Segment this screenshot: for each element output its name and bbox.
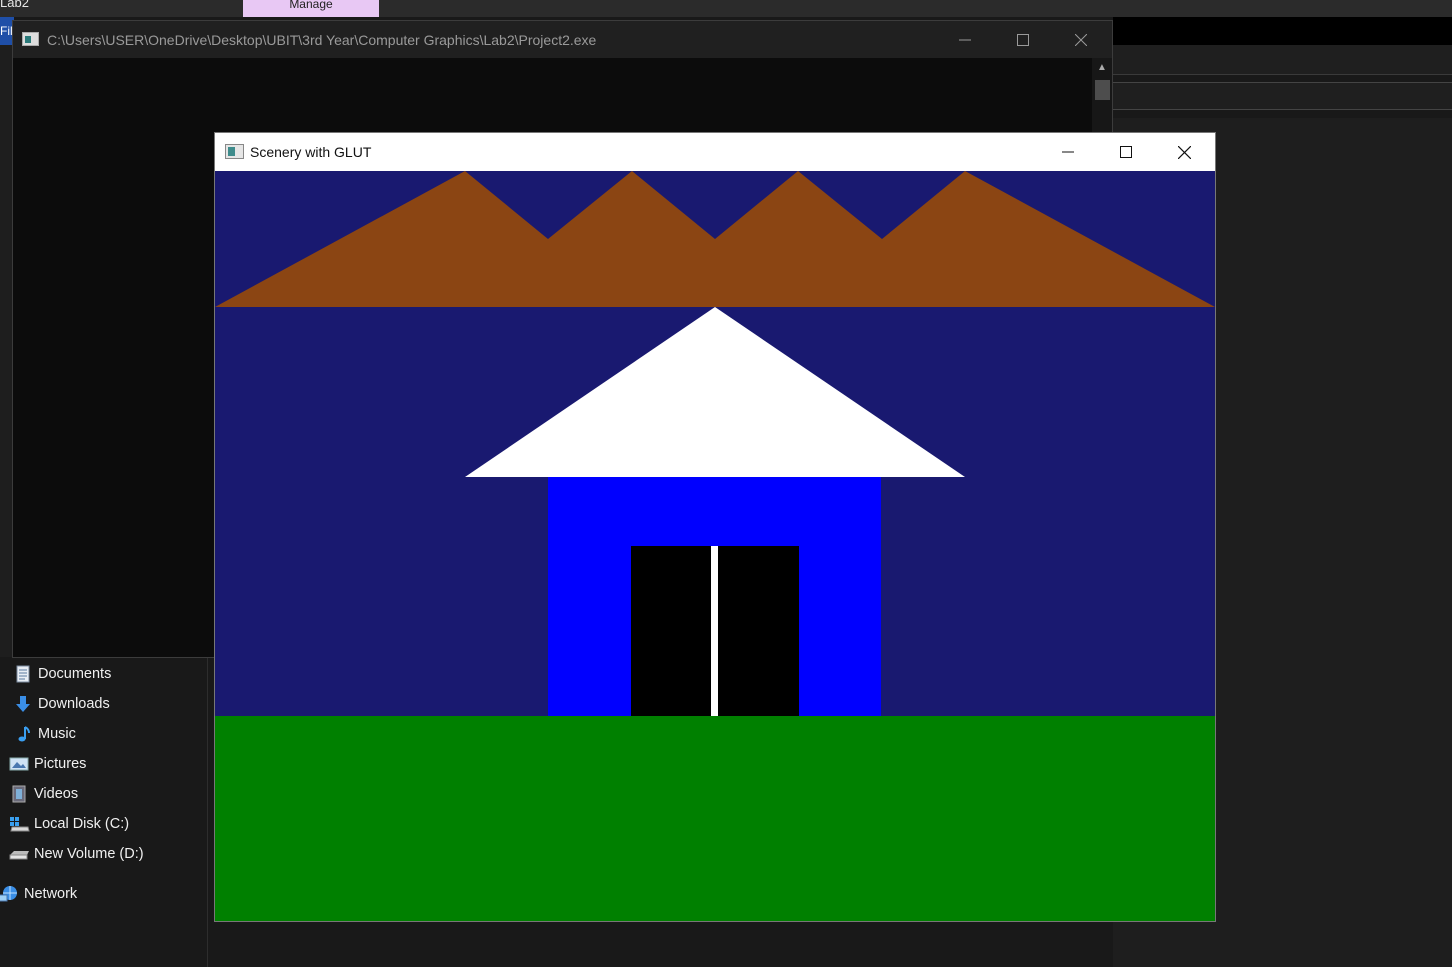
console-close-button[interactable]: [1052, 21, 1110, 58]
console-maximize-button[interactable]: [994, 21, 1052, 58]
documents-icon: [12, 665, 34, 683]
nav-item-label: Music: [38, 726, 76, 742]
drive-icon: [8, 845, 30, 863]
explorer-column-header: [1113, 82, 1452, 110]
nav-item-new-volume-d[interactable]: New Volume (D:): [8, 839, 144, 869]
explorer-title-bar: [0, 0, 1452, 17]
maximize-icon: [1120, 146, 1132, 158]
glut-window: Scenery with GLUT: [215, 133, 1215, 921]
minimize-icon: [1062, 151, 1074, 153]
door-divider: [711, 546, 718, 716]
console-title-bar[interactable]: C:\Users\USER\OneDrive\Desktop\UBIT\3rd …: [13, 21, 1112, 58]
music-icon: [12, 725, 34, 743]
explorer-ribbon-band: [1113, 17, 1452, 45]
local-disk-icon: [8, 815, 30, 833]
nav-item-network[interactable]: Network: [0, 879, 77, 909]
nav-item-music[interactable]: Music: [12, 719, 76, 749]
close-icon: [1075, 33, 1087, 46]
scroll-up-icon[interactable]: ▲: [1095, 61, 1109, 75]
console-window-title: C:\Users\USER\OneDrive\Desktop\UBIT\3rd …: [47, 32, 597, 48]
glut-maximize-button[interactable]: [1097, 133, 1155, 171]
nav-item-label: New Volume (D:): [34, 846, 144, 862]
nav-item-label: Downloads: [38, 696, 110, 712]
minimize-icon: [959, 39, 971, 40]
explorer-window-title: Lab2: [0, 0, 29, 10]
nav-item-label: Local Disk (C:): [34, 816, 130, 832]
grass: [215, 716, 1215, 921]
nav-item-pictures[interactable]: Pictures: [8, 749, 86, 779]
explorer-address-bar[interactable]: [1113, 45, 1452, 75]
nav-item-videos[interactable]: Videos: [8, 779, 78, 809]
network-icon: [0, 885, 20, 903]
glut-window-title: Scenery with GLUT: [250, 144, 372, 160]
console-app-icon: [22, 32, 39, 46]
glut-minimize-button[interactable]: [1039, 133, 1097, 171]
nav-item-local-disk-c[interactable]: Local Disk (C:): [8, 809, 129, 839]
nav-item-label: Network: [24, 886, 78, 902]
explorer-pane-divider[interactable]: [207, 657, 208, 967]
nav-item-label: Videos: [34, 786, 79, 802]
ribbon-tab-manage[interactable]: Manage: [243, 0, 379, 17]
close-icon: [1177, 145, 1191, 159]
glut-app-icon: [225, 144, 244, 159]
nav-item-documents[interactable]: Documents: [12, 659, 111, 689]
maximize-icon: [1017, 33, 1029, 46]
explorer-nav-pane-strip: [0, 45, 12, 657]
glut-close-button[interactable]: [1155, 133, 1213, 171]
glut-render-canvas[interactable]: [215, 171, 1215, 921]
pictures-icon: [8, 755, 30, 773]
glut-title-bar[interactable]: Scenery with GLUT: [215, 133, 1215, 171]
videos-icon: [8, 785, 30, 803]
downloads-icon: [12, 695, 34, 713]
console-minimize-button[interactable]: [936, 21, 994, 58]
nav-item-label: Documents: [38, 666, 112, 682]
nav-item-label: Pictures: [34, 756, 87, 772]
nav-item-downloads[interactable]: Downloads: [12, 689, 110, 719]
console-scroll-thumb[interactable]: [1095, 80, 1110, 100]
